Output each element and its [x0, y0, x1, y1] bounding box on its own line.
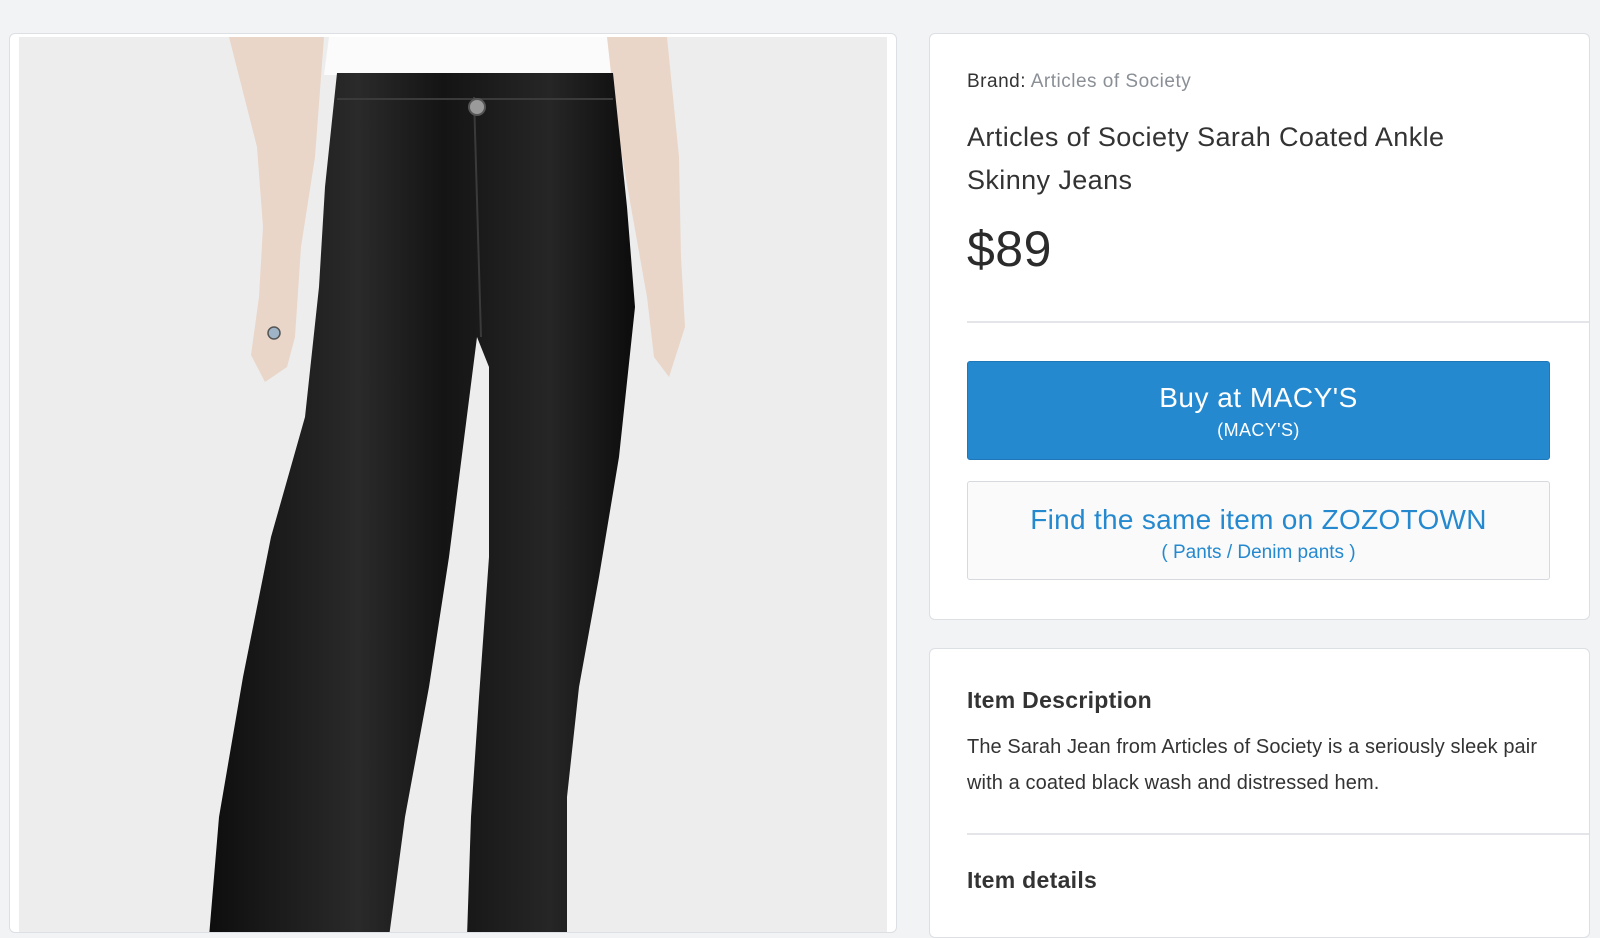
find-on-zozotown-button[interactable]: Find the same item on ZOZOTOWN ( Pants /… — [967, 481, 1550, 580]
item-description-card: Item Description The Sarah Jean from Art… — [929, 648, 1590, 938]
product-info-card: Brand: Articles of Society Articles of S… — [929, 33, 1590, 620]
buy-button-sublabel: (MACY'S) — [1217, 420, 1300, 440]
brand-link[interactable]: Articles of Society — [1031, 71, 1192, 92]
zozo-button-label: Find the same item on ZOZOTOWN — [1030, 504, 1487, 535]
divider — [967, 833, 1589, 835]
brand-label: Brand: — [967, 71, 1026, 92]
buy-button-label: Buy at MACY'S — [1159, 382, 1358, 413]
zozo-button-sublabel: ( Pants / Denim pants ) — [1161, 542, 1356, 563]
buy-at-retailer-button[interactable]: Buy at MACY'S (MACY'S) — [967, 361, 1550, 460]
brand-line: Brand: Articles of Society — [967, 71, 1191, 93]
product-image-panel — [9, 33, 897, 933]
item-description-text: The Sarah Jean from Articles of Society … — [967, 736, 1538, 794]
product-title: Articles of Society Sarah Coated Ankle S… — [967, 122, 1445, 195]
divider — [967, 321, 1589, 323]
product-photo[interactable] — [19, 37, 887, 932]
jeans-illustration — [19, 37, 887, 932]
item-details-heading: Item details — [967, 867, 1098, 893]
product-price: $89 — [967, 221, 1052, 277]
item-description-heading: Item Description — [967, 687, 1153, 713]
